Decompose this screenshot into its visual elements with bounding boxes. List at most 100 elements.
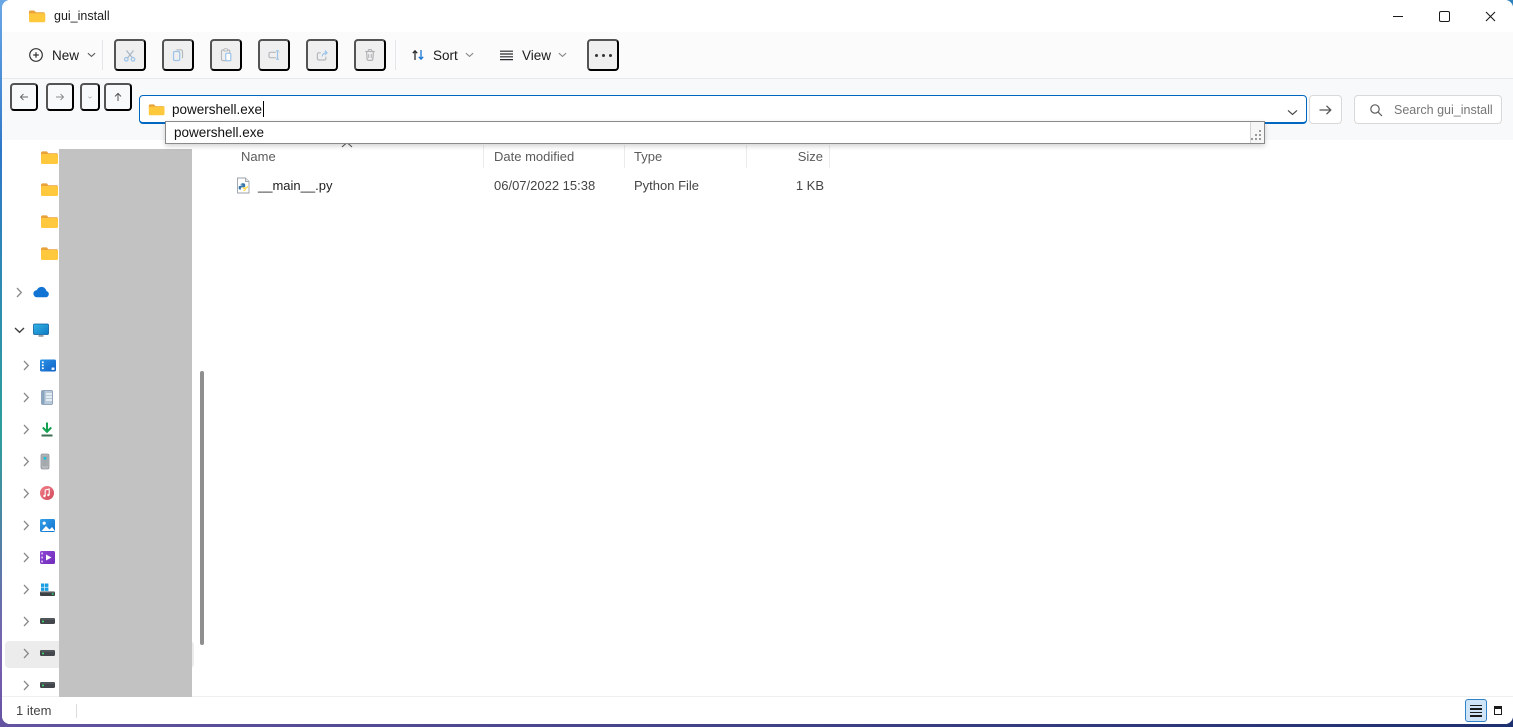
cut-icon xyxy=(122,47,138,63)
address-dropdown-button[interactable] xyxy=(1287,103,1298,121)
view-button-label: View xyxy=(522,48,551,63)
local-disk-icon xyxy=(39,582,56,597)
maximize-icon xyxy=(1439,11,1450,22)
column-header-date-modified[interactable]: Date modified xyxy=(484,145,625,168)
expander-icon[interactable] xyxy=(12,327,26,334)
chevron-down-icon xyxy=(87,52,96,58)
toolbar-separator xyxy=(102,40,103,70)
expander-icon[interactable] xyxy=(19,616,33,627)
sort-button[interactable]: Sort xyxy=(402,39,482,71)
desktop-icon xyxy=(39,358,57,373)
recent-locations-button[interactable] xyxy=(80,83,100,111)
cut-button[interactable] xyxy=(114,39,146,71)
window-title: gui_install xyxy=(54,9,110,23)
column-header-type[interactable]: Type xyxy=(625,145,747,168)
column-header-name[interactable]: Name xyxy=(227,145,484,168)
address-input-value[interactable]: powershell.exe xyxy=(172,102,262,117)
expander-icon[interactable] xyxy=(19,392,33,403)
expander-icon[interactable] xyxy=(19,520,33,531)
onedrive-icon xyxy=(32,286,51,298)
chevron-down-icon xyxy=(558,52,567,58)
back-icon xyxy=(18,88,30,106)
see-more-button[interactable] xyxy=(587,39,619,71)
share-button[interactable] xyxy=(306,39,338,71)
sort-icon xyxy=(410,47,426,63)
go-icon xyxy=(1317,102,1334,118)
folder-icon xyxy=(40,150,59,165)
new-icon xyxy=(28,47,44,63)
paste-button[interactable] xyxy=(210,39,242,71)
sidebar-scrollbar[interactable] xyxy=(200,371,204,645)
rename-button[interactable] xyxy=(258,39,290,71)
downloads-icon xyxy=(39,421,55,438)
desktop-background: gui_install New xyxy=(0,0,1513,727)
expander-icon[interactable] xyxy=(19,552,33,563)
this-pc-icon xyxy=(32,322,50,338)
folder-icon xyxy=(40,246,59,261)
expander-icon[interactable] xyxy=(12,287,26,298)
delete-button[interactable] xyxy=(354,39,386,71)
new-button[interactable]: New xyxy=(18,39,106,71)
search-box[interactable] xyxy=(1354,95,1502,124)
maximize-button[interactable] xyxy=(1421,0,1467,32)
share-icon xyxy=(314,47,330,63)
expander-icon[interactable] xyxy=(19,456,33,467)
forward-button[interactable] xyxy=(46,83,74,111)
minimize-button[interactable] xyxy=(1375,0,1421,32)
file-list-pane: Name Date modified Type Size __main__.py… xyxy=(209,140,1513,697)
address-folder-icon xyxy=(148,103,165,116)
expander-icon[interactable] xyxy=(19,648,33,659)
command-bar: New Sort View xyxy=(2,32,1513,79)
column-headers: Name Date modified Type Size xyxy=(227,145,830,168)
network-drive-icon xyxy=(39,680,56,690)
close-button[interactable] xyxy=(1467,0,1513,32)
view-button[interactable]: View xyxy=(490,39,575,71)
documents-icon xyxy=(39,389,55,406)
copy-button[interactable] xyxy=(162,39,194,71)
paste-icon xyxy=(218,47,234,63)
python-file-icon xyxy=(235,177,251,194)
new-button-label: New xyxy=(52,48,79,63)
folder-icon xyxy=(40,182,59,197)
forward-icon xyxy=(54,88,66,106)
expander-icon[interactable] xyxy=(19,424,33,435)
details-view-button[interactable] xyxy=(1465,699,1487,722)
window-controls xyxy=(1375,0,1513,32)
file-size: 1 KB xyxy=(747,178,830,193)
file-name: __main__.py xyxy=(258,178,332,193)
file-row[interactable]: __main__.py 06/07/2022 15:38 Python File… xyxy=(227,173,830,197)
file-type: Python File xyxy=(625,178,747,193)
videos-icon xyxy=(39,550,56,565)
large-icons-view-button[interactable] xyxy=(1487,699,1509,722)
search-icon xyxy=(1369,103,1383,117)
expander-icon[interactable] xyxy=(19,584,33,595)
text-caret xyxy=(263,101,264,117)
address-bar[interactable]: powershell.exe xyxy=(139,95,1307,124)
search-input[interactable] xyxy=(1392,102,1504,118)
window-folder-icon xyxy=(28,9,46,23)
folder-icon xyxy=(40,214,59,229)
back-button[interactable] xyxy=(10,83,38,111)
statusbar-separator xyxy=(76,704,77,718)
dropdown-resize-grip[interactable] xyxy=(1250,122,1264,143)
network-drive-icon xyxy=(39,648,56,658)
up-button[interactable] xyxy=(104,83,132,111)
titlebar: gui_install xyxy=(2,0,1513,32)
view-icon xyxy=(498,47,515,63)
address-autocomplete-dropdown: powershell.exe xyxy=(165,121,1265,144)
expander-icon[interactable] xyxy=(19,680,33,691)
chevron-down-icon xyxy=(1287,109,1298,116)
file-name-cell[interactable]: __main__.py xyxy=(227,177,484,194)
minimize-icon xyxy=(1393,16,1403,17)
autocomplete-suggestion[interactable]: powershell.exe xyxy=(166,122,1250,143)
music-icon xyxy=(39,485,55,501)
close-icon xyxy=(1485,11,1496,22)
delete-icon xyxy=(362,47,378,63)
more-icon xyxy=(595,54,612,57)
go-to-button[interactable] xyxy=(1309,95,1342,124)
expander-icon[interactable] xyxy=(19,488,33,499)
sort-button-label: Sort xyxy=(433,48,458,63)
expander-icon[interactable] xyxy=(19,360,33,371)
column-header-size[interactable]: Size xyxy=(747,145,830,168)
history-icon xyxy=(88,94,92,101)
